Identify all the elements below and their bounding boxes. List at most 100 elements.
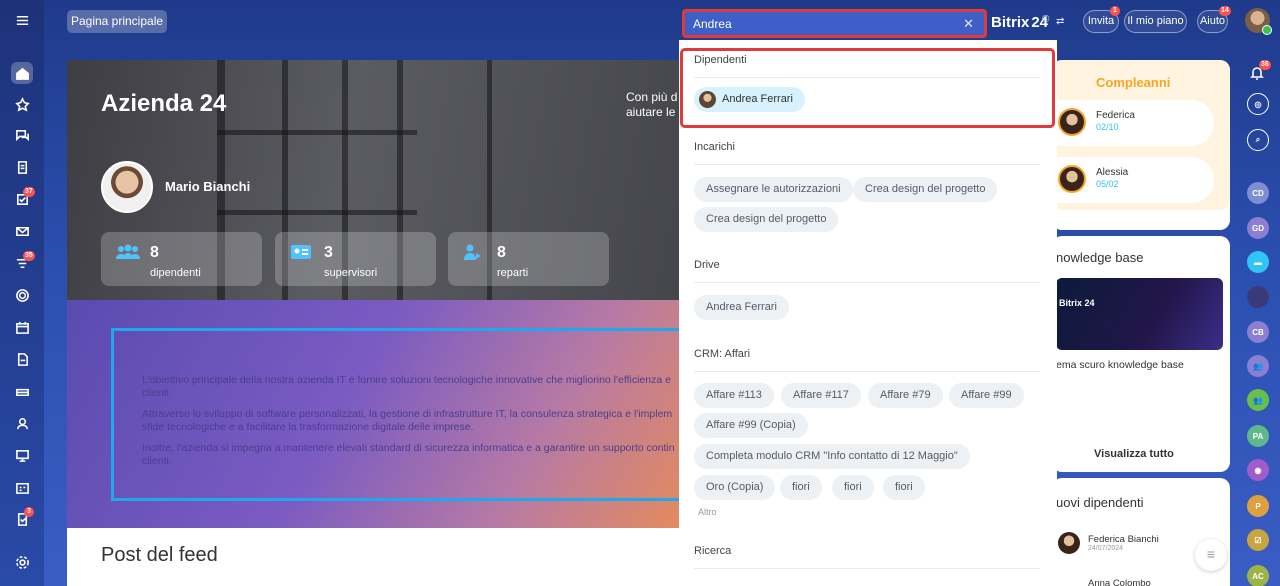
feed-badge: 35	[23, 251, 35, 261]
breadcrumb-home[interactable]: Pagina principale	[67, 10, 167, 33]
document-icon[interactable]	[11, 156, 33, 178]
home-icon[interactable]	[11, 62, 33, 84]
tasks-icon[interactable]: 37	[11, 187, 35, 210]
drive-result[interactable]: Andrea Ferrari	[694, 295, 789, 320]
right-widgets: Compleanni Federica 02/10 Alessia 05/02 …	[1052, 60, 1230, 586]
brand-logo[interactable]: Bitrix 24	[991, 14, 1048, 31]
avatar[interactable]: GD	[1247, 217, 1269, 239]
company-hero-card: Azienda 24 Con più d aiutare le Mario Bi…	[67, 60, 679, 301]
crm-result[interactable]: Affare #117	[781, 383, 861, 408]
menu-icon[interactable]	[11, 9, 33, 31]
openlines-icon[interactable]: ◉	[1247, 459, 1269, 481]
department-icon	[464, 244, 481, 260]
avatar[interactable]: PA	[1247, 425, 1269, 447]
user-avatar[interactable]	[1245, 8, 1272, 35]
help-button[interactable]: Aiuto 14	[1197, 6, 1231, 33]
task-chat-icon[interactable]: ☑	[1247, 529, 1269, 551]
approvals-badge: 3	[24, 507, 34, 517]
crm-result[interactable]: Oro (Copia)	[694, 475, 776, 500]
kb-title: nowledge base	[1056, 250, 1144, 265]
schedule-icon[interactable]	[11, 476, 33, 498]
more-link[interactable]: Altro	[698, 507, 717, 517]
section-tasks: Incarichi	[694, 141, 735, 153]
avatar[interactable]: AC	[1247, 565, 1269, 586]
employee-highlight-box	[680, 48, 1055, 128]
task-result[interactable]: Crea design del progetto	[694, 207, 839, 232]
stat-departments[interactable]: 8 reparti	[448, 232, 609, 286]
avatar	[1058, 165, 1086, 193]
right-sidebar: 36 ◎ ⌕ CD GD ▬ CB 👥 👥 PA ◉ P ☑ AC	[1240, 55, 1280, 586]
birthdays-card: Compleanni Federica 02/10 Alessia 05/02	[1052, 60, 1230, 230]
crm-result[interactable]: fiori	[832, 475, 874, 500]
section-drive: Drive	[694, 259, 720, 271]
kb-view-all-link[interactable]: Visualizza tutto	[1094, 448, 1174, 460]
group-icon[interactable]: 👥	[1247, 389, 1269, 411]
kb-item[interactable]: ema scuro knowledge base	[1056, 359, 1184, 371]
avatar[interactable]	[1247, 286, 1269, 308]
drive-icon[interactable]	[11, 380, 33, 402]
ceo-avatar[interactable]	[101, 161, 153, 213]
files-icon[interactable]	[11, 348, 33, 370]
crm-result[interactable]: Affare #113	[694, 383, 774, 408]
birthdays-title: Compleanni	[1096, 75, 1171, 90]
my-plan-button[interactable]: Il mio piano	[1124, 10, 1187, 33]
group-icon[interactable]: 👥	[1247, 355, 1269, 377]
crm-result[interactable]: fiori	[780, 475, 822, 500]
stat-employees[interactable]: 8 dipendenti	[101, 232, 262, 286]
company-description: Con più d aiutare le	[626, 90, 678, 119]
section-crm: CRM: Affari	[694, 348, 751, 360]
feed-card: Post del feed	[67, 528, 679, 586]
avatar[interactable]: CB	[1247, 321, 1269, 343]
crm-result[interactable]: Affare #99	[949, 383, 1024, 408]
swap-icon[interactable]: ⇄	[1056, 16, 1064, 27]
chat-icon[interactable]	[11, 124, 33, 146]
contacts-icon[interactable]	[11, 412, 33, 434]
new-employees-title: uovi dipendenti	[1056, 495, 1144, 510]
settings-icon[interactable]	[11, 551, 33, 573]
employees-icon	[116, 244, 140, 259]
tasks-badge: 37	[23, 187, 35, 197]
ai-icon[interactable]	[11, 93, 33, 115]
feed-title: Post del feed	[101, 544, 218, 566]
section-search: Ricerca	[694, 545, 732, 557]
new-employee-item[interactable]: Federica Bianchi 24/07/2024	[1056, 524, 1214, 564]
presentation-icon[interactable]	[11, 444, 33, 466]
left-sidebar: 37 35 3	[0, 0, 44, 586]
crm-result[interactable]: Affare #79	[868, 383, 943, 408]
status-icon	[1262, 25, 1272, 35]
avatar	[1058, 532, 1080, 554]
clear-search-icon[interactable]: ✕	[963, 16, 974, 32]
birthday-item[interactable]: Federica 02/10	[1052, 100, 1214, 146]
brand-clock-icon: ©	[1042, 14, 1050, 25]
feed-icon[interactable]: 35	[11, 251, 35, 274]
chat-search-icon[interactable]: ⌕	[1247, 129, 1269, 151]
task-result[interactable]: Crea design del progetto	[853, 177, 998, 202]
knowledge-base-card: nowledge base Bitrix 24 ema scuro knowle…	[1052, 236, 1230, 472]
ceo-name[interactable]: Mario Bianchi	[165, 179, 250, 194]
kb-thumbnail[interactable]: Bitrix 24	[1056, 278, 1223, 350]
copilot-icon[interactable]: ◎	[1247, 93, 1269, 115]
company-mission: L'obiettivo principale della nostra azie…	[111, 328, 691, 501]
approvals-icon[interactable]: 3	[11, 507, 34, 530]
bell-icon[interactable]: 36	[1249, 60, 1271, 85]
scroll-menu-button[interactable]: ≡	[1195, 539, 1227, 571]
avatar	[1058, 108, 1086, 136]
chat-icon[interactable]: ▬	[1247, 251, 1269, 273]
id-card-icon	[291, 245, 311, 259]
search-input[interactable]	[693, 16, 953, 31]
birthday-item[interactable]: Alessia 05/02	[1052, 157, 1214, 203]
avatar[interactable]: P	[1247, 495, 1269, 517]
avatar[interactable]: CD	[1247, 182, 1269, 204]
company-title: Azienda 24	[101, 90, 227, 117]
task-result[interactable]: Assegnare le autorizzazioni	[694, 177, 853, 202]
new-employees-card: uovi dipendenti Federica Bianchi 24/07/2…	[1052, 478, 1230, 586]
crm-result[interactable]: Affare #99 (Copia)	[694, 413, 808, 438]
mail-icon[interactable]	[11, 220, 33, 242]
calendar-icon[interactable]	[11, 316, 33, 338]
crm-result[interactable]: fiori	[883, 475, 925, 500]
search-field[interactable]: ✕	[682, 9, 987, 38]
crm-result[interactable]: Completa modulo CRM "Info contatto di 12…	[694, 444, 970, 469]
stat-supervisors[interactable]: 3 supervisori	[275, 232, 436, 286]
target-icon[interactable]	[11, 284, 33, 306]
invite-button[interactable]: Invita 1	[1083, 6, 1120, 33]
